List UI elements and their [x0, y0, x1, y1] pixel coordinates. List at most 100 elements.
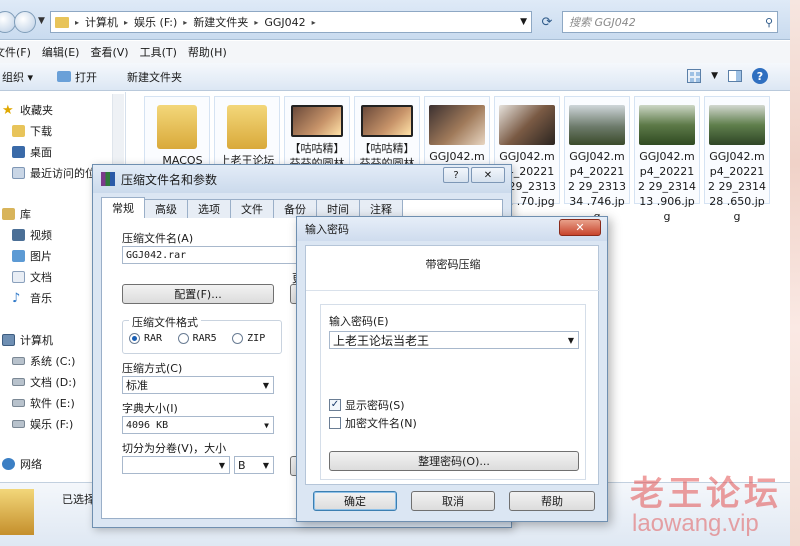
nav-computer[interactable]: 计算机: [2, 332, 53, 348]
context-help-button[interactable]: ?: [443, 167, 469, 183]
password-close-button[interactable]: ✕: [559, 219, 601, 236]
network-icon: [2, 458, 15, 470]
nav-downloads[interactable]: 下载: [12, 123, 52, 139]
chevron-down-icon[interactable]: ▼: [568, 336, 574, 345]
password-cancel-button[interactable]: 取消: [411, 491, 495, 511]
menu-help[interactable]: 帮助(H): [188, 44, 238, 60]
split-unit-select[interactable]: B ▼: [234, 456, 274, 474]
archive-name-input[interactable]: GGJ042.rar: [122, 246, 298, 264]
password-input[interactable]: 上老王论坛当老王 ▼: [329, 331, 579, 349]
radio-icon: [177, 333, 189, 344]
file-item[interactable]: GGJ042.m p4_202212 29_231413 .906.jpg: [634, 96, 700, 223]
split-size-select[interactable]: ▼: [122, 456, 230, 474]
filename-label: 压缩文件名(A): [122, 232, 194, 245]
encrypt-names-checkbox[interactable]: 加密文件名(N): [329, 415, 417, 431]
format-rar-radio[interactable]: RAR: [129, 333, 162, 344]
nav-desktop[interactable]: 桌面: [12, 144, 52, 160]
breadcrumb-ggj042[interactable]: GGJ042: [264, 16, 305, 29]
nav-label: 软件 (E:): [30, 397, 75, 410]
nav-drive-e[interactable]: 软件 (E:): [12, 395, 75, 411]
config-button[interactable]: 配置(F)...: [122, 284, 274, 304]
chevron-right-icon[interactable]: ▸: [183, 18, 187, 27]
nav-recent[interactable]: 最近访问的位: [12, 165, 96, 181]
dict-select[interactable]: 4096 KB ▼: [122, 416, 274, 434]
recent-pages-dropdown-icon[interactable]: ▼: [38, 16, 45, 26]
file-name: GGJ042.m p4_202212 29_231413 .906.jpg: [638, 150, 696, 223]
new-folder-button[interactable]: 新建文件夹: [119, 69, 190, 85]
search-icon[interactable]: ⚲: [765, 16, 773, 29]
drive-icon: [12, 420, 25, 428]
chevron-right-icon[interactable]: ▸: [124, 18, 128, 27]
organize-button[interactable]: 组织 ▾: [0, 69, 41, 85]
selection-status: 已选择: [62, 493, 95, 506]
tab-options[interactable]: 选项: [187, 199, 231, 218]
refresh-icon[interactable]: ⟳: [536, 11, 558, 33]
open-button[interactable]: 打开: [49, 69, 105, 85]
password-heading: 带密码压缩: [425, 258, 481, 271]
nav-label: 收藏夹: [20, 104, 53, 117]
image-thumbnail: [709, 105, 765, 145]
menu-file[interactable]: 文件(F): [0, 44, 42, 60]
search-input[interactable]: 搜索 GGJ042 ⚲: [562, 11, 778, 33]
radio-icon: [232, 333, 244, 344]
video-thumbnail: [291, 105, 343, 137]
nav-drive-c[interactable]: 系统 (C:): [12, 353, 75, 369]
nav-label: 计算机: [20, 334, 53, 347]
password-label: 输入密码(E): [329, 315, 389, 328]
watermark-text: 老王论坛: [630, 474, 782, 514]
change-view-icon[interactable]: [687, 69, 702, 83]
breadcrumb-computer[interactable]: 计算机: [85, 14, 118, 30]
address-dropdown-icon[interactable]: ▼: [520, 17, 527, 27]
chevron-right-icon[interactable]: ▸: [75, 18, 79, 27]
nav-documents[interactable]: 文档: [12, 269, 52, 285]
computer-icon: [2, 334, 15, 346]
method-select[interactable]: 标准 ▼: [122, 376, 274, 394]
address-bar-area: ▼ ▸ 计算机 ▸ 娱乐 (F:) ▸ 新建文件夹 ▸ GGJ042 ▸ ▼ ⟳…: [0, 0, 790, 40]
breadcrumb-drive-f[interactable]: 娱乐 (F:): [134, 14, 177, 30]
nav-favorites[interactable]: ★ 收藏夹: [2, 102, 53, 118]
organize-passwords-button[interactable]: 整理密码(O)...: [329, 451, 579, 471]
preview-pane-icon[interactable]: [728, 70, 742, 82]
desktop-icon: [12, 146, 25, 158]
dict-label: 字典大小(I): [122, 402, 178, 415]
tab-general[interactable]: 常规: [101, 197, 145, 218]
open-icon: [57, 71, 72, 82]
folder-icon: [55, 16, 69, 28]
password-help-button[interactable]: 帮助: [509, 491, 595, 511]
archive-title: 压缩文件名和参数: [121, 172, 218, 187]
nav-drive-d[interactable]: 文档 (D:): [12, 374, 76, 390]
tab-advanced[interactable]: 高级: [144, 199, 188, 218]
archive-close-button[interactable]: ✕: [471, 167, 505, 183]
format-zip-radio[interactable]: ZIP: [232, 333, 265, 344]
nav-videos[interactable]: 视频: [12, 227, 52, 243]
menu-view[interactable]: 查看(V): [90, 44, 139, 60]
file-name: GGJ042.m p4_202212 29_231334 .746.jpg: [568, 150, 626, 223]
nav-pictures[interactable]: 图片: [12, 248, 52, 264]
password-ok-button[interactable]: 确定: [313, 491, 397, 511]
menu-tools[interactable]: 工具(T): [140, 44, 188, 60]
nav-network[interactable]: 网络: [2, 456, 42, 472]
format-zip-label: ZIP: [247, 333, 266, 344]
nav-drive-f[interactable]: 娱乐 (F:): [12, 416, 73, 432]
chevron-right-icon[interactable]: ▸: [254, 18, 258, 27]
nav-label: 最近访问的位: [30, 167, 96, 180]
file-item[interactable]: GGJ042.m p4_202212 29_231428 .650.jpg: [704, 96, 770, 223]
chevron-down-icon: ▼: [218, 460, 225, 470]
view-dropdown-icon[interactable]: ▼: [711, 71, 718, 81]
star-icon: ★: [2, 102, 14, 118]
nav-libraries[interactable]: 库: [2, 206, 31, 222]
menu-edit[interactable]: 编辑(E): [42, 44, 91, 60]
format-rar5-radio[interactable]: RAR5: [177, 333, 217, 344]
forward-button[interactable]: [14, 11, 36, 33]
show-password-checkbox[interactable]: ✓ 显示密码(S): [329, 397, 405, 413]
drive-icon: [12, 399, 25, 407]
breadcrumb-new-folder[interactable]: 新建文件夹: [193, 14, 248, 30]
tab-files[interactable]: 文件: [230, 199, 274, 218]
file-item[interactable]: GGJ042.m p4_202212 29_231334 .746.jpg: [564, 96, 630, 223]
help-icon[interactable]: ?: [752, 68, 768, 84]
chevron-right-icon[interactable]: ▸: [312, 18, 316, 27]
nav-music[interactable]: ♪ 音乐: [12, 290, 52, 306]
file-name: GGJ042.m p4_202212 29_231428 .650.jpg: [708, 150, 766, 223]
address-box[interactable]: ▸ 计算机 ▸ 娱乐 (F:) ▸ 新建文件夹 ▸ GGJ042 ▸ ▼: [50, 11, 532, 33]
watermark-url: laowang.vip: [632, 510, 759, 537]
